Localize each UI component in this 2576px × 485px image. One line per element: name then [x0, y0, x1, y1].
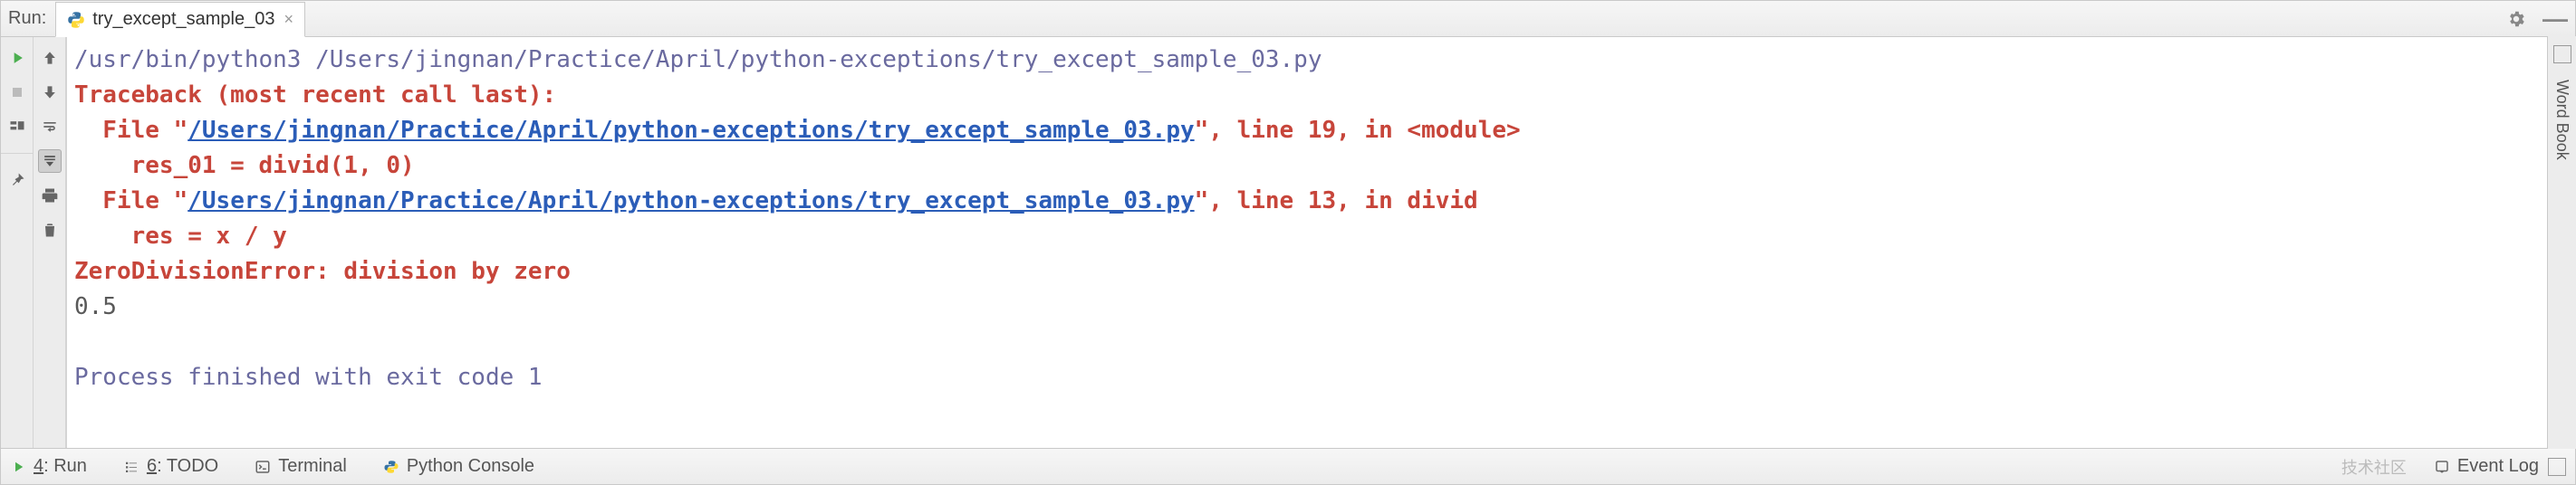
up-arrow-icon[interactable] [38, 46, 62, 70]
toolwindow-event-log[interactable]: Event Log [2434, 456, 2539, 477]
command-line: /usr/bin/python3 /Users/jingnan/Practice… [74, 46, 1322, 73]
rerun-icon[interactable] [5, 46, 29, 70]
hide-panel-icon[interactable]: — [2542, 5, 2568, 33]
side-tool-icon[interactable] [2553, 45, 2571, 63]
traceback-code-1: res_01 = divid(1, 0) [74, 152, 415, 179]
stdout-line-1: 0.5 [74, 293, 117, 320]
file1-suffix: ", line 19, in <module> [1195, 117, 1521, 144]
python-console-label: Python Console [407, 456, 534, 477]
word-book-label[interactable]: Word Book [2552, 80, 2571, 160]
watermark-text: 技术社区 [2341, 455, 2407, 479]
toolwindow-python-console[interactable]: Python Console [383, 456, 534, 477]
traceback-header: Traceback (most recent call last): [74, 81, 556, 109]
run-gutter-left [1, 37, 34, 448]
toolwindow-terminal[interactable]: Terminal [255, 456, 347, 477]
traceback-file-link-1[interactable]: /Users/jingnan/Practice/April/python-exc… [187, 117, 1194, 144]
toolwindow-run[interactable]: 44: Run: Run [10, 456, 87, 477]
traceback-code-2: res = x / y [74, 223, 287, 250]
pin-icon[interactable] [5, 168, 29, 192]
soft-wrap-icon[interactable] [38, 115, 62, 138]
status-bar: 44: Run: Run 6: TODO 6: TODO Terminal Py… [1, 448, 2575, 484]
file2-suffix: ", line 13, in divid [1195, 187, 1478, 214]
toolwindow-todo[interactable]: 6: TODO 6: TODO [123, 456, 218, 477]
down-arrow-icon[interactable] [38, 81, 62, 104]
delete-icon[interactable] [38, 218, 62, 242]
run-mnemonic: 4 [34, 456, 43, 476]
blank-line [74, 328, 89, 356]
file1-prefix: File " [74, 117, 187, 144]
right-side-strip: Word Book [2547, 36, 2576, 449]
exit-code-line: Process finished with exit code 1 [74, 364, 543, 391]
stop-icon[interactable] [5, 81, 29, 104]
layout-icon[interactable] [5, 115, 29, 138]
scroll-to-end-icon[interactable] [38, 149, 62, 173]
terminal-label: Terminal [278, 456, 347, 477]
run-config-tab[interactable]: try_except_sample_03 × [55, 2, 305, 37]
close-tab-icon[interactable]: × [284, 10, 293, 29]
event-log-label: Event Log [2457, 456, 2539, 477]
settings-gear-icon[interactable] [2506, 9, 2526, 29]
error-line: ZeroDivisionError: division by zero [74, 258, 571, 285]
traceback-file-link-2[interactable]: /Users/jingnan/Practice/April/python-exc… [187, 187, 1194, 214]
tab-title: try_except_sample_03 [92, 9, 274, 30]
run-gutter-right [34, 37, 66, 448]
run-tab-header: Run: try_except_sample_03 × — [1, 1, 2575, 37]
bottom-right-icon[interactable] [2548, 458, 2566, 476]
console-output[interactable]: /usr/bin/python3 /Users/jingnan/Practice… [67, 37, 2575, 448]
run-label: Run: [8, 8, 46, 29]
print-icon[interactable] [38, 184, 62, 207]
file2-prefix: File " [74, 187, 187, 214]
python-file-icon [67, 11, 85, 29]
